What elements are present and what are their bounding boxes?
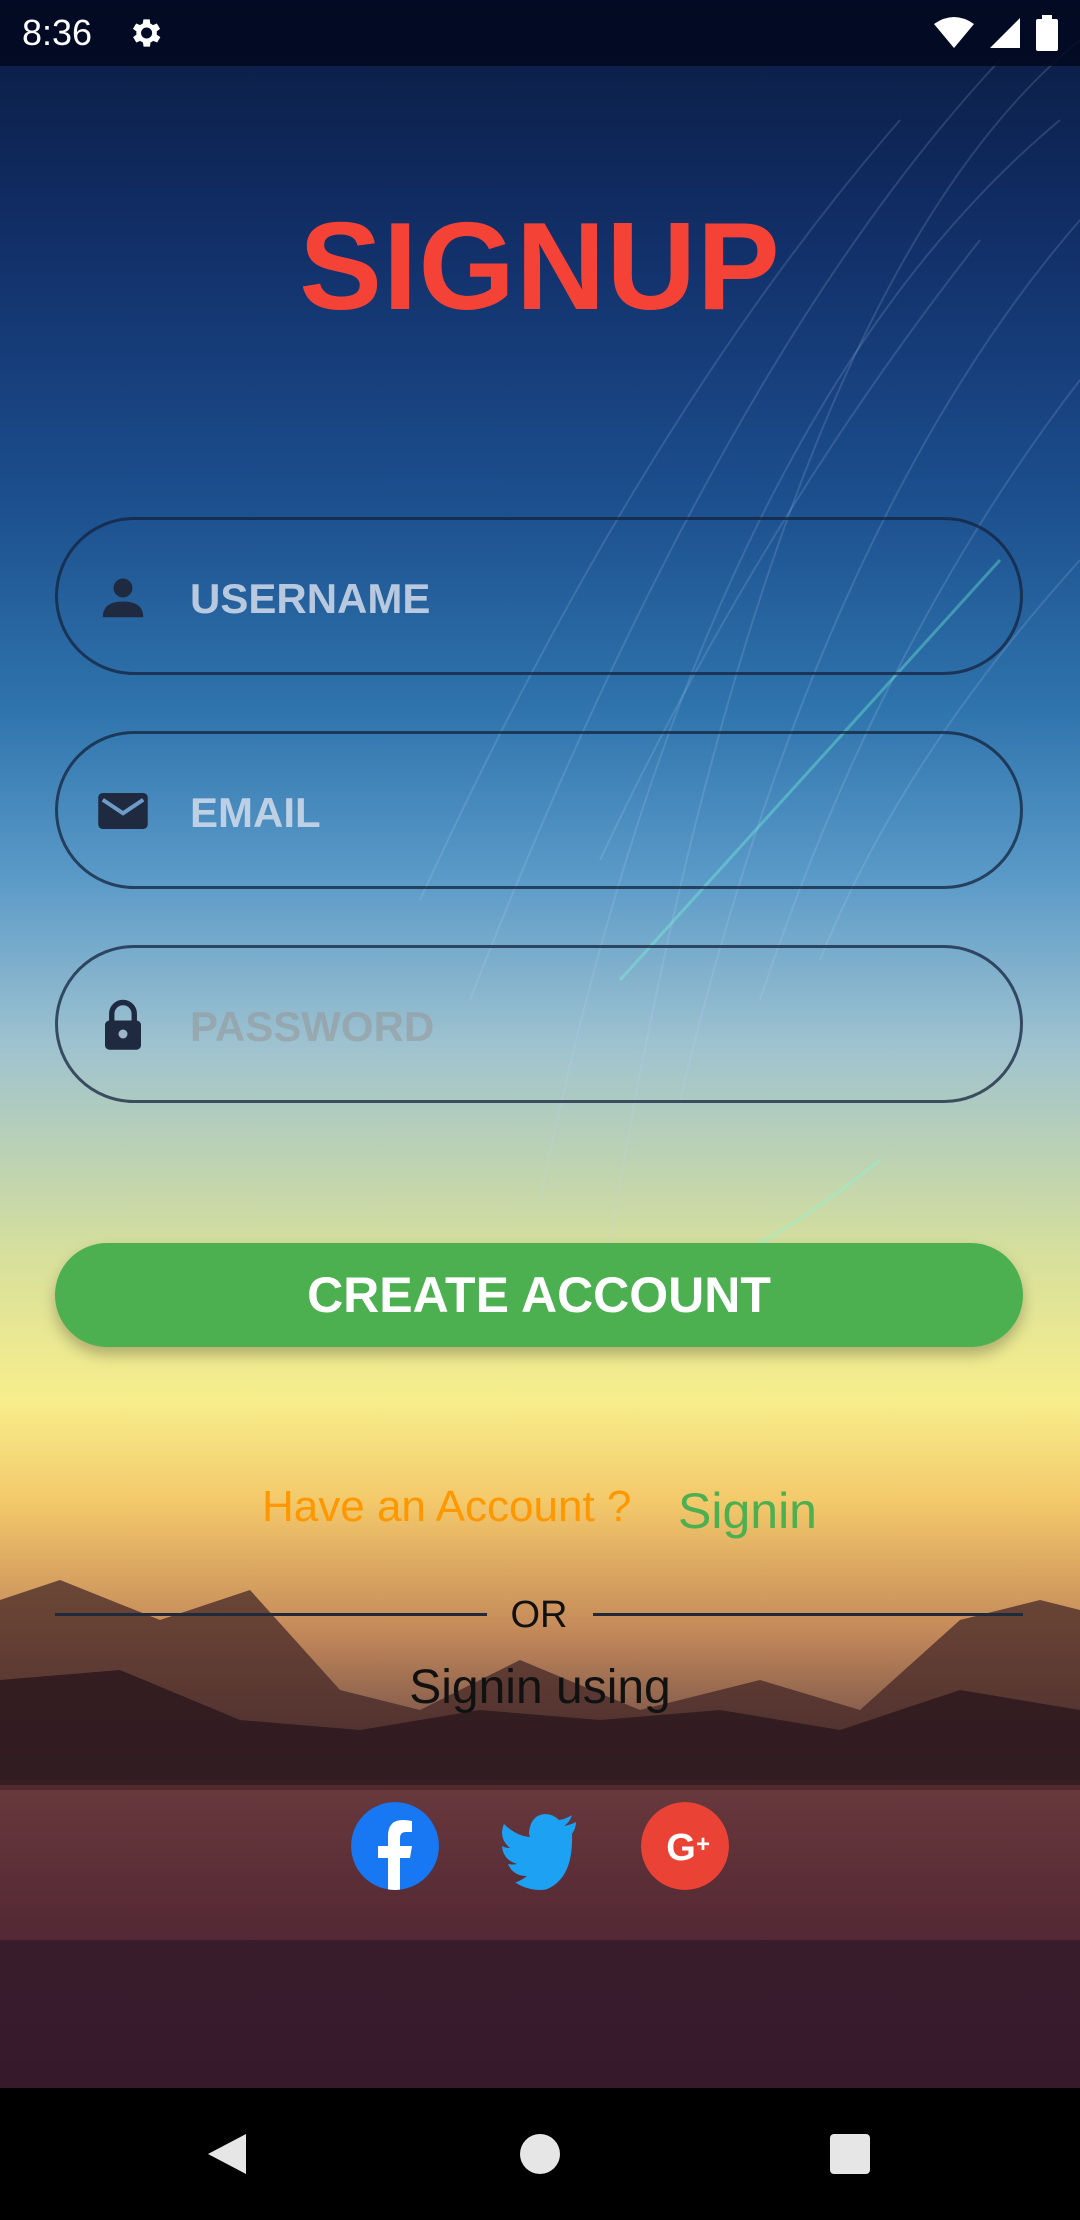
create-account-button[interactable]: CREATE ACCOUNT: [55, 1243, 1023, 1347]
back-icon[interactable]: [198, 2126, 254, 2182]
svg-text:G: G: [666, 1827, 696, 1869]
lock-icon: [105, 999, 141, 1050]
wifi-icon: [934, 17, 974, 48]
email-field[interactable]: [55, 731, 1023, 889]
have-account-text: Have an Account ?: [262, 1482, 632, 1531]
signin-link[interactable]: Signin: [678, 1482, 817, 1540]
status-time: 8:36: [22, 12, 93, 53]
or-divider: OR: [55, 1591, 1023, 1639]
recents-icon[interactable]: [822, 2126, 878, 2182]
mail-icon: [98, 793, 148, 829]
svg-text:+: +: [696, 1831, 710, 1858]
username-input[interactable]: [188, 560, 992, 638]
password-field[interactable]: [55, 945, 1023, 1103]
divider-line-right: [593, 1613, 1023, 1616]
page-title: SIGNUP: [299, 198, 781, 336]
status-bar: 8:36: [0, 0, 1080, 66]
settings-icon: [132, 19, 161, 47]
battery-icon: [1036, 15, 1058, 51]
home-icon[interactable]: [512, 2126, 568, 2182]
twitter-icon[interactable]: [496, 1802, 584, 1890]
social-signin-heading: Signin using: [409, 1661, 671, 1714]
facebook-icon[interactable]: [351, 1802, 439, 1890]
username-field[interactable]: [55, 517, 1023, 675]
google-plus-icon[interactable]: G +: [641, 1802, 729, 1890]
navigation-bar: [0, 2088, 1080, 2220]
signal-icon: [990, 18, 1020, 48]
person-icon: [102, 578, 144, 618]
email-input[interactable]: [188, 774, 992, 852]
password-input[interactable]: [188, 988, 992, 1066]
